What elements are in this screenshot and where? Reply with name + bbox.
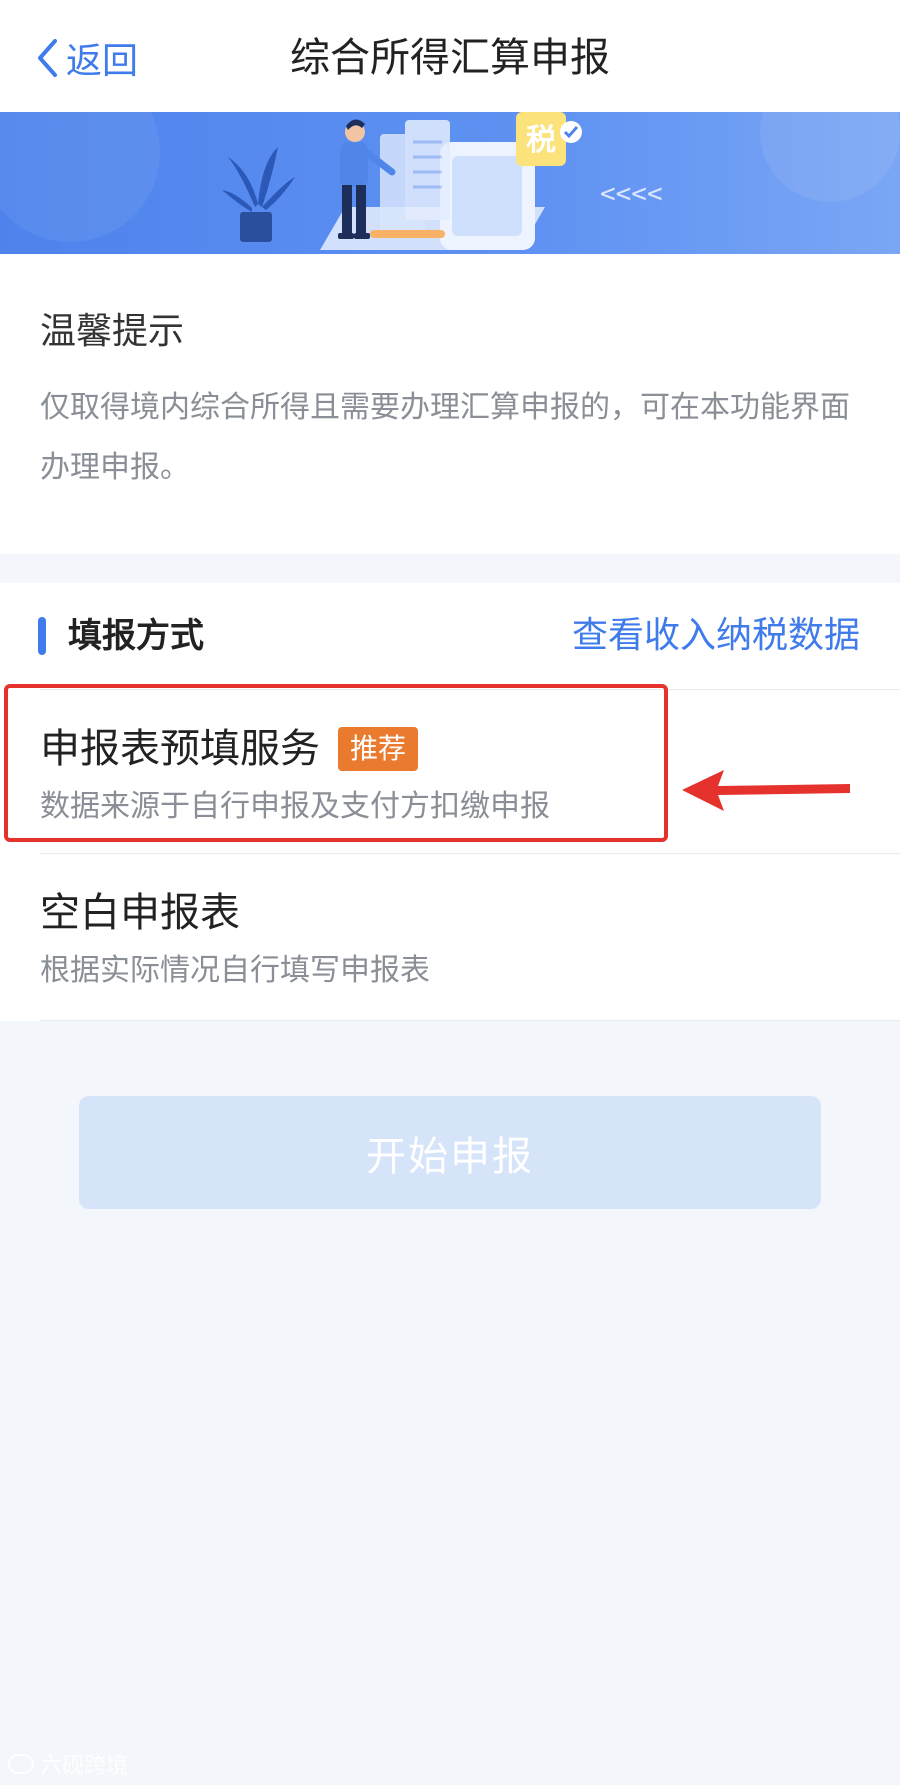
watermark: 六砚跨境 [8, 1748, 128, 1780]
recommended-badge: 推荐 [338, 727, 419, 771]
option-title-text: 申报表预填服务 [40, 726, 320, 772]
page-title: 综合所得汇算申报 [290, 35, 610, 81]
banner-illustration: 税 <<<< [0, 112, 900, 250]
plant-icon [222, 147, 295, 242]
arrows-decoration: <<<< [600, 179, 663, 209]
banner: 税 <<<< [0, 112, 900, 254]
nav-bar: 返回 综合所得汇算申报 [0, 0, 900, 112]
option-title: 申报表预填服务 推荐 [40, 721, 419, 777]
option-title: 空白申报表 [40, 885, 240, 941]
section-header: 填报方式 查看收入纳税数据 [0, 583, 900, 689]
option-desc: 数据来源于自行申报及支付方扣缴申报 [40, 789, 550, 824]
view-income-tax-data-link[interactable]: 查看收入纳税数据 [572, 611, 860, 661]
watermark-text: 六砚跨境 [40, 1754, 129, 1779]
divider [40, 1020, 900, 1021]
start-declaration-button[interactable]: 开始申报 [79, 1096, 821, 1209]
section-title: 填报方式 [68, 616, 204, 656]
watermark-logo-icon [8, 1754, 34, 1774]
option-blank-form[interactable]: 空白申报表 根据实际情况自行填写申报表 [0, 853, 900, 1013]
svg-text:税: 税 [526, 123, 556, 158]
tax-sticker-icon: 税 [516, 112, 582, 166]
annotation-arrow-icon [682, 770, 850, 811]
tips-title: 温馨提示 [40, 311, 185, 352]
option-desc: 根据实际情况自行填写申报表 [40, 953, 430, 988]
tips-section: 温馨提示 仅取得境内综合所得且需要办理汇算申报的，可在本功能界面办理申报。 [0, 254, 900, 554]
section-accent-bar [38, 617, 46, 655]
option-title-text: 空白申报表 [40, 890, 240, 936]
tips-text: 仅取得境内综合所得且需要办理汇算申报的，可在本功能界面办理申报。 [40, 390, 850, 485]
